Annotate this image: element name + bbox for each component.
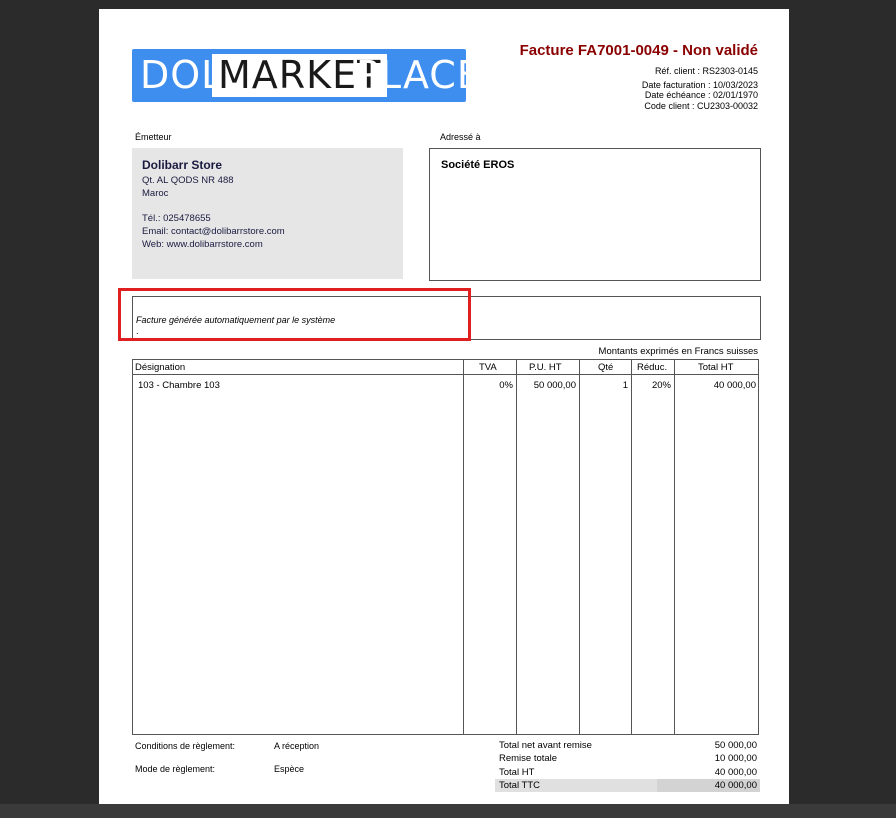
invoice-title: Facture FA7001-0049 - Non validé	[519, 42, 758, 59]
conditions-label: Conditions de règlement:	[135, 741, 236, 751]
sender-country: Maroc	[142, 188, 169, 199]
viewer-bottom-bar	[0, 804, 896, 818]
row-tva: 0%	[499, 380, 513, 391]
mode-value: Espèce	[274, 764, 305, 774]
date-facturation: Date facturation : 10/03/2023	[641, 79, 758, 90]
recipient-name: Société EROS	[441, 159, 515, 171]
recipient-label: Adressé à	[440, 132, 481, 142]
total-ht-value: 40 000,00	[714, 767, 757, 778]
sender-name: Dolibarr Store	[142, 158, 223, 172]
invoice-page: DOLI MARKET PLACE Facture FA7001-0049 - …	[99, 9, 789, 804]
total-ht-label: Total HT	[499, 767, 535, 778]
col-header-tva: TVA	[479, 362, 497, 373]
mode-label: Mode de règlement:	[135, 764, 216, 774]
sender-label: Émetteur	[135, 132, 172, 142]
logo-text-place: PLACE	[356, 53, 482, 97]
sender-email: Email: contact@dolibarrstore.com	[142, 226, 285, 237]
sender-box: Dolibarr Store Qt. AL QODS NR 488 Maroc …	[132, 148, 403, 279]
total-net-label: Total net avant remise	[499, 740, 592, 751]
highlight-box	[118, 288, 471, 341]
sender-address: Qt. AL QODS NR 488	[142, 175, 234, 186]
col-header-designation: Désignation	[135, 362, 186, 373]
remise-value: 10 000,00	[714, 753, 757, 764]
recipient-box: Société EROS	[429, 148, 761, 281]
col-header-pu: P.U. HT	[529, 362, 562, 373]
currency-note: Montants exprimés en Francs suisses	[598, 346, 758, 357]
row-reduc: 20%	[651, 380, 671, 391]
row-qty: 1	[622, 380, 628, 391]
col-header-total: Total HT	[698, 362, 734, 373]
conditions-value: A réception	[274, 741, 320, 751]
col-header-reduc: Réduc.	[637, 362, 668, 373]
ref-client: Réf. client : RS2303-0145	[654, 66, 758, 76]
date-echeance: Date échéance : 02/01/1970	[644, 90, 758, 100]
items-table: Désignation TVA P.U. HT Qté Réduc. Total…	[132, 359, 759, 735]
sender-web: Web: www.dolibarrstore.com	[142, 239, 263, 250]
total-ttc-value: 40 000,00	[714, 780, 757, 791]
code-client: Code client : CU2303-00032	[644, 100, 758, 111]
col-header-qty: Qté	[598, 362, 614, 373]
total-net-value: 50 000,00	[714, 740, 757, 751]
company-logo: DOLI MARKET PLACE	[132, 49, 481, 102]
row-total: 40 000,00	[713, 380, 756, 391]
invoice-meta: Réf. client : RS2303-0145 Date facturati…	[508, 66, 758, 111]
sender-phone: Tél.: 025478655	[142, 213, 211, 224]
row-designation: 103 - Chambre 103	[138, 380, 220, 391]
total-ttc-label: Total TTC	[499, 780, 541, 791]
remise-label: Remise totale	[499, 753, 558, 764]
row-pu: 50 000,00	[533, 380, 576, 391]
